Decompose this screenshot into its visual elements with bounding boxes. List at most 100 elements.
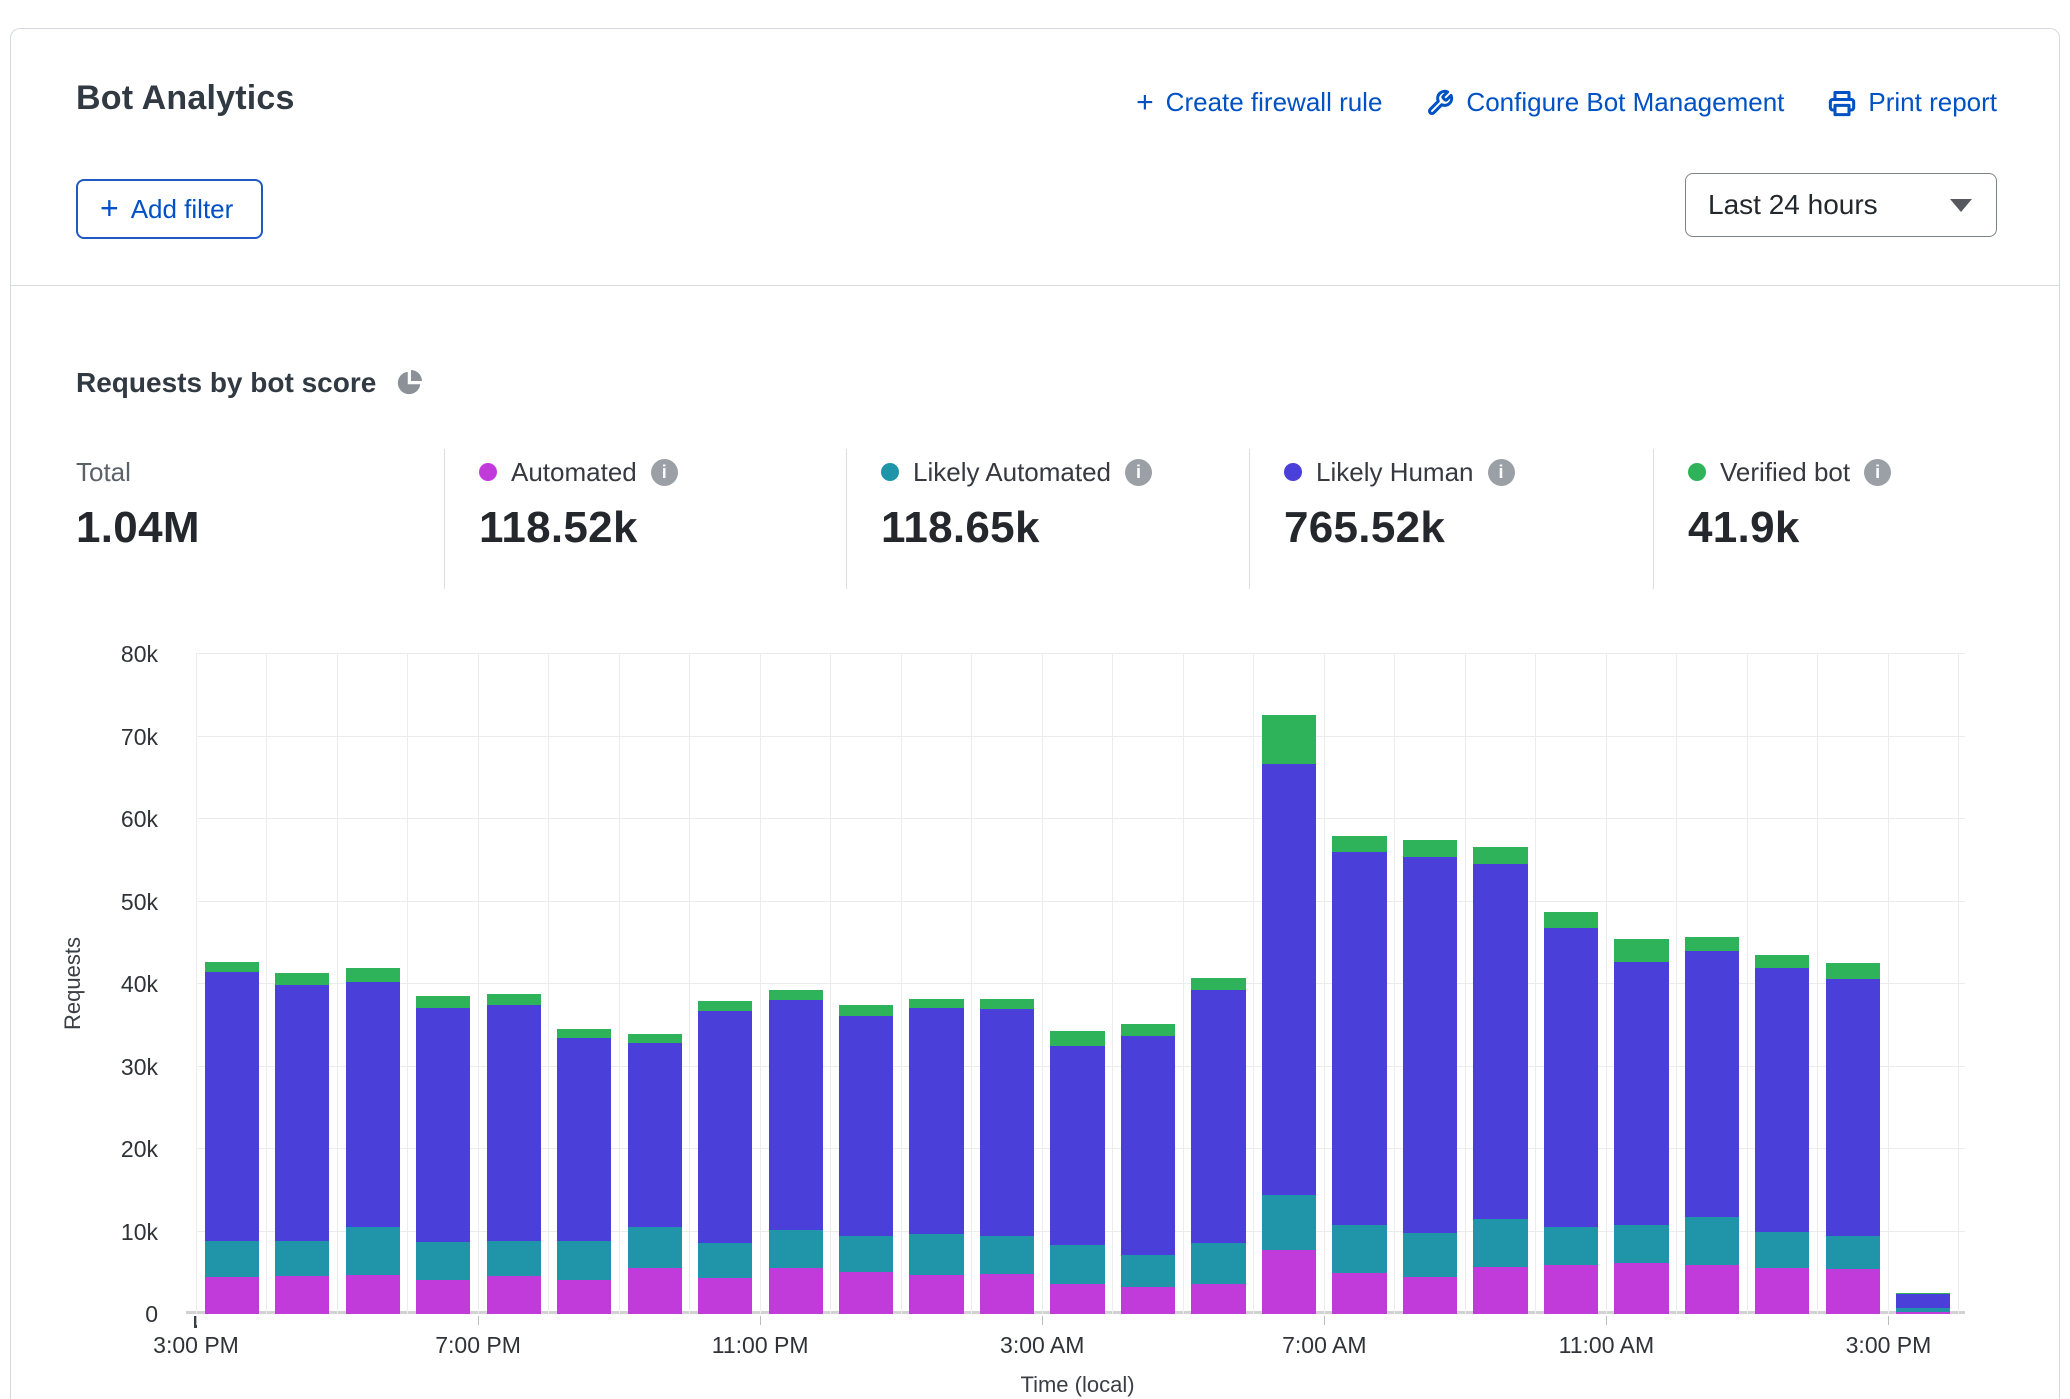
bar-segment-automated[interactable] (416, 1280, 470, 1314)
bar-segment-likely_automated[interactable] (205, 1241, 259, 1277)
bar-segment-likely_human[interactable] (1473, 864, 1527, 1220)
bar-segment-likely_human[interactable] (1685, 951, 1739, 1217)
bar-segment-verified[interactable] (1262, 715, 1316, 764)
bar-segment-automated[interactable] (698, 1278, 752, 1314)
stacked-bar-900am[interactable] (1473, 654, 1527, 1314)
bar-segment-likely_human[interactable] (1403, 857, 1457, 1233)
bar-segment-likely_human[interactable] (557, 1038, 611, 1241)
bar-segment-likely_automated[interactable] (769, 1230, 823, 1268)
bar-segment-likely_human[interactable] (1050, 1046, 1104, 1245)
stacked-bar-300pm[interactable] (205, 654, 259, 1314)
bar-segment-likely_automated[interactable] (909, 1234, 963, 1275)
bar-segment-automated[interactable] (1755, 1268, 1809, 1314)
stacked-bar-1200pm[interactable] (1685, 654, 1739, 1314)
bar-segment-likely_human[interactable] (698, 1011, 752, 1243)
info-icon[interactable]: i (1488, 459, 1515, 486)
bar-segment-verified[interactable] (416, 996, 470, 1008)
bar-segment-likely_human[interactable] (1544, 928, 1598, 1227)
bar-segment-automated[interactable] (1896, 1312, 1950, 1314)
bar-segment-likely_automated[interactable] (1473, 1219, 1527, 1267)
bar-segment-automated[interactable] (1262, 1250, 1316, 1314)
bar-segment-likely_human[interactable] (1262, 764, 1316, 1195)
bar-segment-automated[interactable] (980, 1274, 1034, 1314)
stacked-bar-900pm[interactable] (628, 654, 682, 1314)
bar-segment-verified[interactable] (698, 1001, 752, 1012)
bar-segment-likely_automated[interactable] (698, 1243, 752, 1278)
bar-segment-likely_human[interactable] (416, 1008, 470, 1242)
stacked-bar-600pm[interactable] (416, 654, 470, 1314)
bar-segment-automated[interactable] (1544, 1265, 1598, 1315)
add-filter-button[interactable]: + Add filter (76, 179, 263, 239)
stacked-bar-1000am[interactable] (1544, 654, 1598, 1314)
stacked-bar-500am[interactable] (1191, 654, 1245, 1314)
bar-segment-likely_automated[interactable] (416, 1242, 470, 1280)
bar-segment-likely_automated[interactable] (1544, 1227, 1598, 1265)
bar-segment-automated[interactable] (839, 1272, 893, 1314)
stacked-bar-200am[interactable] (980, 654, 1034, 1314)
stacked-bar-800am[interactable] (1403, 654, 1457, 1314)
bar-segment-verified[interactable] (1121, 1024, 1175, 1036)
bar-segment-likely_human[interactable] (839, 1016, 893, 1236)
bar-segment-likely_human[interactable] (205, 972, 259, 1240)
bar-segment-likely_human[interactable] (769, 1000, 823, 1230)
bar-segment-likely_automated[interactable] (1685, 1217, 1739, 1264)
bar-segment-likely_human[interactable] (1755, 968, 1809, 1232)
bar-segment-verified[interactable] (557, 1029, 611, 1037)
time-range-select[interactable]: Last 24 hours (1685, 173, 1997, 237)
bar-segment-verified[interactable] (1473, 847, 1527, 864)
bar-segment-automated[interactable] (275, 1276, 329, 1314)
bar-segment-verified[interactable] (1826, 963, 1880, 979)
bar-segment-likely_automated[interactable] (487, 1241, 541, 1276)
info-icon[interactable]: i (1864, 459, 1891, 486)
bar-segment-likely_human[interactable] (980, 1009, 1034, 1236)
stacked-bar-200pm[interactable] (1826, 654, 1880, 1314)
bar-segment-likely_automated[interactable] (557, 1241, 611, 1281)
bar-segment-automated[interactable] (1685, 1265, 1739, 1315)
bar-segment-verified[interactable] (1332, 836, 1386, 852)
bar-segment-verified[interactable] (1050, 1031, 1104, 1046)
bar-segment-likely_automated[interactable] (346, 1227, 400, 1276)
bar-segment-verified[interactable] (1755, 955, 1809, 968)
stacked-bar-600am[interactable] (1262, 654, 1316, 1314)
bar-segment-automated[interactable] (1191, 1284, 1245, 1314)
stacked-bar-100pm[interactable] (1755, 654, 1809, 1314)
bar-segment-verified[interactable] (275, 973, 329, 985)
bar-segment-automated[interactable] (909, 1275, 963, 1314)
bar-segment-automated[interactable] (628, 1268, 682, 1314)
bar-segment-likely_human[interactable] (1121, 1036, 1175, 1255)
stacked-bar-1100pm[interactable] (769, 654, 823, 1314)
stacked-bar-1200am[interactable] (839, 654, 893, 1314)
stacked-bar-300pm[interactable] (1896, 654, 1950, 1314)
stacked-bar-400am[interactable] (1121, 654, 1175, 1314)
bar-segment-automated[interactable] (769, 1268, 823, 1314)
bar-segment-likely_human[interactable] (1332, 852, 1386, 1225)
bar-segment-verified[interactable] (839, 1005, 893, 1016)
bar-segment-verified[interactable] (487, 994, 541, 1006)
bar-segment-verified[interactable] (769, 990, 823, 1000)
bar-segment-verified[interactable] (1614, 939, 1668, 961)
bar-segment-likely_human[interactable] (1614, 962, 1668, 1225)
stacked-bar-300am[interactable] (1050, 654, 1104, 1314)
bar-segment-likely_automated[interactable] (628, 1227, 682, 1268)
bar-segment-automated[interactable] (346, 1275, 400, 1314)
stacked-bar-800pm[interactable] (557, 654, 611, 1314)
bar-segment-verified[interactable] (346, 968, 400, 981)
bar-segment-automated[interactable] (557, 1280, 611, 1314)
bar-segment-verified[interactable] (628, 1034, 682, 1043)
bar-segment-likely_automated[interactable] (1332, 1225, 1386, 1273)
bar-segment-likely_human[interactable] (275, 985, 329, 1241)
configure-bot-management-link[interactable]: Configure Bot Management (1426, 87, 1784, 118)
bar-segment-verified[interactable] (909, 999, 963, 1008)
bar-segment-likely_human[interactable] (909, 1008, 963, 1234)
stacked-bar-700pm[interactable] (487, 654, 541, 1314)
bar-segment-likely_human[interactable] (346, 982, 400, 1227)
bar-segment-likely_automated[interactable] (1403, 1233, 1457, 1277)
bar-segment-likely_automated[interactable] (1191, 1243, 1245, 1284)
bar-segment-likely_human[interactable] (1826, 979, 1880, 1236)
bar-segment-verified[interactable] (1403, 840, 1457, 857)
bar-segment-likely_automated[interactable] (1262, 1195, 1316, 1250)
bar-segment-likely_automated[interactable] (839, 1236, 893, 1272)
stacked-bar-1100am[interactable] (1614, 654, 1668, 1314)
create-firewall-rule-link[interactable]: + Create firewall rule (1136, 87, 1382, 118)
bar-segment-automated[interactable] (1332, 1273, 1386, 1314)
